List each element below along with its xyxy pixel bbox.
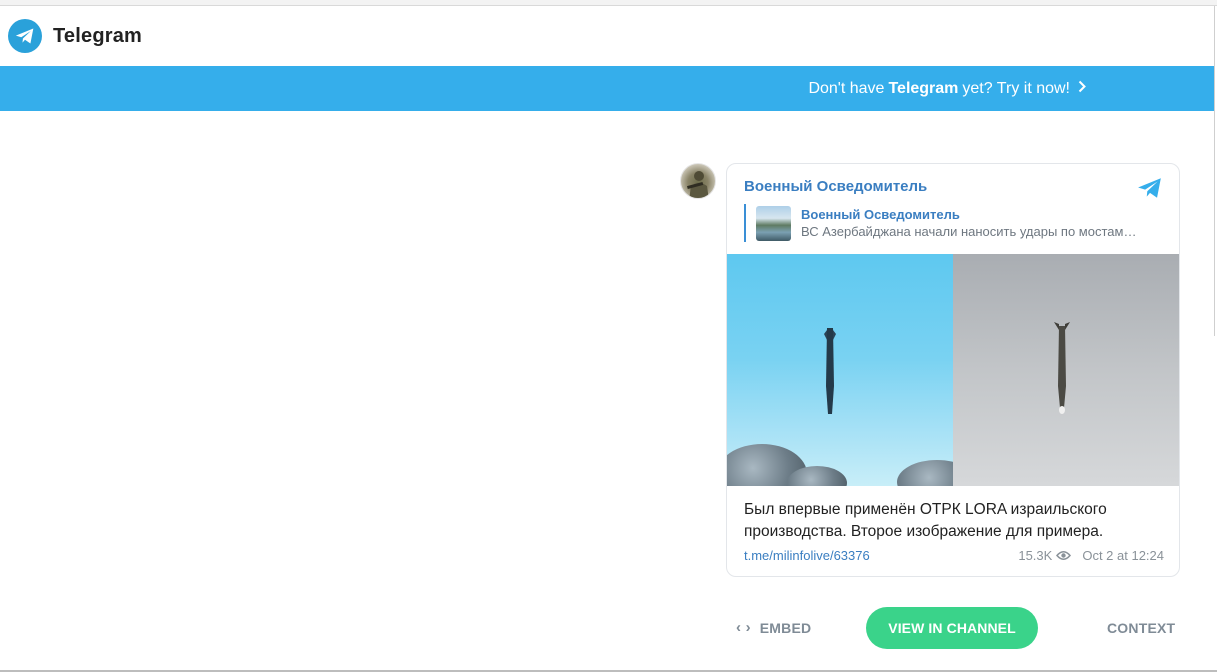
view-in-channel-button[interactable]: VIEW IN CHANNEL: [866, 607, 1038, 649]
message-card: Военный Осведомитель Военный Осведомител…: [726, 163, 1180, 577]
context-button[interactable]: CONTEXT: [1107, 620, 1175, 636]
banner-prefix: Don't have: [808, 79, 885, 97]
missile-shape: [824, 328, 836, 414]
telegram-plane-icon[interactable]: [8, 19, 42, 53]
banner-suffix: yet? Try it now!: [962, 79, 1070, 97]
caption-line: Был впервые применён ОТРК LORA израильск…: [744, 501, 1107, 518]
post-actions: ‹ › EMBED VIEW IN CHANNEL CONTEXT: [726, 607, 1180, 649]
photo-sky-missile[interactable]: [727, 254, 953, 486]
post-link[interactable]: t.me/milinfolive/63376: [744, 548, 870, 563]
treeline: [897, 460, 953, 486]
post-date[interactable]: Oct 2 at 12:24: [1082, 548, 1164, 563]
photo-grey-missile[interactable]: [953, 254, 1179, 486]
photo-grid[interactable]: [727, 254, 1179, 486]
view-count: 15.3K: [1018, 547, 1053, 563]
message-text: Был впервые применён ОТРК LORA израильск…: [744, 499, 1164, 543]
embed-label: EMBED: [759, 619, 812, 636]
reply-title: Военный Осведомитель: [801, 206, 960, 222]
reply-snippet: ВС Азербайджана начали наносить удары по…: [801, 223, 1137, 239]
eye-icon: [1056, 550, 1072, 561]
missile-shape: [1054, 322, 1070, 414]
embed-button[interactable]: ‹ › EMBED: [736, 619, 811, 636]
reply-preview[interactable]: Военный Осведомитель ВС Азербайджана нач…: [744, 204, 1164, 242]
telegram-logo-icon: [1137, 177, 1163, 204]
header: Telegram: [0, 6, 1214, 66]
download-banner[interactable]: Don't have Telegram yet? Try it now!: [0, 66, 1214, 111]
chevron-right-icon: [1078, 80, 1086, 98]
brand-title[interactable]: Telegram: [53, 25, 142, 48]
code-icon: ‹ ›: [736, 619, 751, 636]
caption-line: производства. Второе изображение для при…: [744, 523, 1104, 540]
message-meta: t.me/milinfolive/63376 15.3K Oct 2 at 12…: [744, 546, 1164, 564]
reply-thumbnail: [756, 205, 791, 241]
channel-name[interactable]: Военный Осведомитель: [744, 178, 927, 195]
banner-brand: Telegram: [888, 79, 959, 97]
channel-avatar[interactable]: [680, 163, 716, 199]
